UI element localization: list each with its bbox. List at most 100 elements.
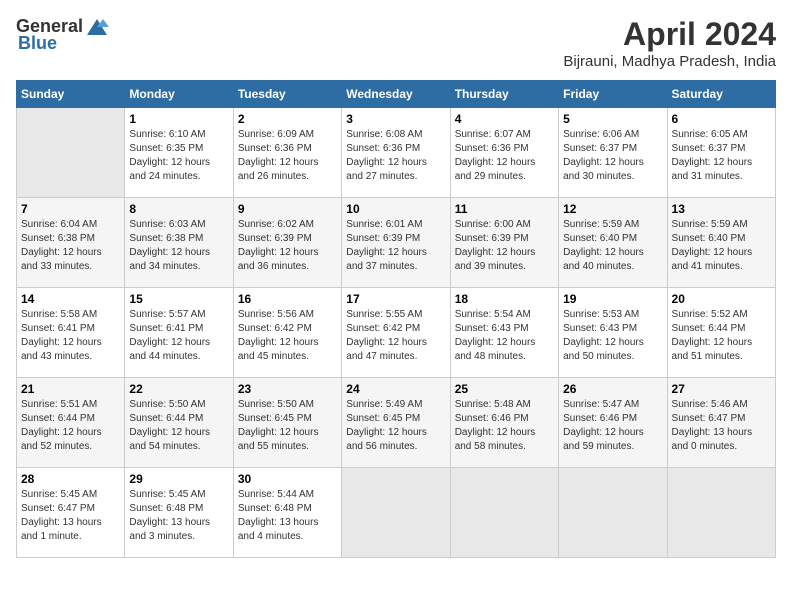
- month-title: April 2024: [563, 16, 776, 53]
- day-info: Sunrise: 5:55 AM Sunset: 6:42 PM Dayligh…: [346, 308, 445, 364]
- day-number: 23: [238, 382, 337, 396]
- day-number: 10: [346, 202, 445, 216]
- calendar-cell: 23Sunrise: 5:50 AM Sunset: 6:45 PM Dayli…: [233, 378, 341, 468]
- day-number: 14: [21, 292, 120, 306]
- day-info: Sunrise: 6:04 AM Sunset: 6:38 PM Dayligh…: [21, 218, 120, 274]
- day-number: 9: [238, 202, 337, 216]
- day-number: 30: [238, 472, 337, 486]
- day-of-week-header: Wednesday: [342, 81, 450, 108]
- day-info: Sunrise: 5:45 AM Sunset: 6:47 PM Dayligh…: [21, 488, 120, 544]
- day-number: 16: [238, 292, 337, 306]
- day-number: 26: [563, 382, 662, 396]
- day-number: 4: [455, 112, 554, 126]
- calendar-cell: 11 Sunrise: 6:00 AM Sunset: 6:39 PM Dayli…: [450, 198, 558, 288]
- calendar-cell: 3 Sunrise: 6:08 AM Sunset: 6:36 PM Daylig…: [342, 108, 450, 198]
- day-number: 15: [129, 292, 228, 306]
- day-number: 20: [672, 292, 771, 306]
- day-number: 19: [563, 292, 662, 306]
- title-area: April 2024 Bijrauni, Madhya Pradesh, Ind…: [563, 16, 776, 70]
- day-number: 25: [455, 382, 554, 396]
- calendar-cell: [342, 468, 450, 558]
- calendar-body: 1Sunrise: 6:10 AM Sunset: 6:35 PM Daylig…: [17, 108, 776, 558]
- calendar-cell: 16 Sunrise: 5:56 AM Sunset: 6:42 PM Dayli…: [233, 288, 341, 378]
- calendar-cell: 20 Sunrise: 5:52 AM Sunset: 6:44 PM Dayli…: [667, 288, 775, 378]
- day-info: Sunrise: 6:07 AM Sunset: 6:36 PM Dayligh…: [455, 128, 554, 184]
- day-number: 8: [129, 202, 228, 216]
- calendar-cell: 12 Sunrise: 5:59 AM Sunset: 6:40 PM Dayli…: [559, 198, 667, 288]
- day-info: Sunrise: 6:09 AM Sunset: 6:36 PM Dayligh…: [238, 128, 337, 184]
- day-info: Sunrise: 5:49 AM Sunset: 6:45 PM Dayligh…: [346, 398, 445, 454]
- day-of-week-header: Thursday: [450, 81, 558, 108]
- day-number: 29: [129, 472, 228, 486]
- day-info: Sunrise: 5:59 AM Sunset: 6:40 PM Dayligh…: [563, 218, 662, 274]
- day-number: 3: [346, 112, 445, 126]
- logo-icon: [85, 17, 109, 37]
- day-number: 17: [346, 292, 445, 306]
- day-number: 24: [346, 382, 445, 396]
- day-of-week-header: Monday: [125, 81, 233, 108]
- day-number: 13: [672, 202, 771, 216]
- day-info: Sunrise: 5:46 AM Sunset: 6:47 PM Dayligh…: [672, 398, 771, 454]
- day-number: 12: [563, 202, 662, 216]
- calendar-cell: [17, 108, 125, 198]
- day-info: Sunrise: 5:52 AM Sunset: 6:44 PM Dayligh…: [672, 308, 771, 364]
- day-of-week-header: Tuesday: [233, 81, 341, 108]
- day-info: Sunrise: 6:00 AM Sunset: 6:39 PM Dayligh…: [455, 218, 554, 274]
- calendar-cell: 10 Sunrise: 6:01 AM Sunset: 6:39 PM Dayli…: [342, 198, 450, 288]
- day-info: Sunrise: 6:01 AM Sunset: 6:39 PM Dayligh…: [346, 218, 445, 274]
- calendar-cell: 22 Sunrise: 5:50 AM Sunset: 6:44 PM Dayli…: [125, 378, 233, 468]
- day-info: Sunrise: 5:54 AM Sunset: 6:43 PM Dayligh…: [455, 308, 554, 364]
- calendar-cell: 29 Sunrise: 5:45 AM Sunset: 6:48 PM Dayli…: [125, 468, 233, 558]
- calendar-cell: [450, 468, 558, 558]
- calendar-cell: 19 Sunrise: 5:53 AM Sunset: 6:43 PM Dayli…: [559, 288, 667, 378]
- calendar-cell: 18 Sunrise: 5:54 AM Sunset: 6:43 PM Dayli…: [450, 288, 558, 378]
- day-number: 28: [21, 472, 120, 486]
- calendar-cell: 14 Sunrise: 5:58 AM Sunset: 6:41 PM Dayli…: [17, 288, 125, 378]
- calendar-cell: 13 Sunrise: 5:59 AM Sunset: 6:40 PM Dayli…: [667, 198, 775, 288]
- calendar-cell: [559, 468, 667, 558]
- day-number: 22: [129, 382, 228, 396]
- calendar-cell: 9 Sunrise: 6:02 AM Sunset: 6:39 PM Daylig…: [233, 198, 341, 288]
- calendar-cell: 7 Sunrise: 6:04 AM Sunset: 6:38 PM Daylig…: [17, 198, 125, 288]
- calendar-cell: 24 Sunrise: 5:49 AM Sunset: 6:45 PM Dayli…: [342, 378, 450, 468]
- day-number: 5: [563, 112, 662, 126]
- day-number: 11: [455, 202, 554, 216]
- day-number: 7: [21, 202, 120, 216]
- location-title: Bijrauni, Madhya Pradesh, India: [563, 53, 776, 70]
- day-number: 18: [455, 292, 554, 306]
- day-info: Sunrise: 5:50 AM Sunset: 6:44 PM Dayligh…: [129, 398, 228, 454]
- day-info: Sunrise: 6:10 AM Sunset: 6:35 PM Dayligh…: [129, 128, 228, 184]
- day-info: Sunrise: 6:05 AM Sunset: 6:37 PM Dayligh…: [672, 128, 771, 184]
- day-info: Sunrise: 5:48 AM Sunset: 6:46 PM Dayligh…: [455, 398, 554, 454]
- calendar-week-row: 14 Sunrise: 5:58 AM Sunset: 6:41 PM Dayli…: [17, 288, 776, 378]
- day-info: Sunrise: 6:02 AM Sunset: 6:39 PM Dayligh…: [238, 218, 337, 274]
- calendar-cell: 21Sunrise: 5:51 AM Sunset: 6:44 PM Dayli…: [17, 378, 125, 468]
- day-number: 2: [238, 112, 337, 126]
- calendar-cell: 27Sunrise: 5:46 AM Sunset: 6:47 PM Dayli…: [667, 378, 775, 468]
- calendar-week-row: 21Sunrise: 5:51 AM Sunset: 6:44 PM Dayli…: [17, 378, 776, 468]
- calendar-cell: 17 Sunrise: 5:55 AM Sunset: 6:42 PM Dayli…: [342, 288, 450, 378]
- day-info: Sunrise: 6:06 AM Sunset: 6:37 PM Dayligh…: [563, 128, 662, 184]
- day-of-week-header: Sunday: [17, 81, 125, 108]
- day-info: Sunrise: 6:03 AM Sunset: 6:38 PM Dayligh…: [129, 218, 228, 274]
- calendar-header: SundayMondayTuesdayWednesdayThursdayFrid…: [17, 81, 776, 108]
- logo-text-blue: Blue: [18, 33, 57, 54]
- day-info: Sunrise: 5:45 AM Sunset: 6:48 PM Dayligh…: [129, 488, 228, 544]
- day-info: Sunrise: 5:44 AM Sunset: 6:48 PM Dayligh…: [238, 488, 337, 544]
- day-info: Sunrise: 5:58 AM Sunset: 6:41 PM Dayligh…: [21, 308, 120, 364]
- day-info: Sunrise: 5:51 AM Sunset: 6:44 PM Dayligh…: [21, 398, 120, 454]
- calendar-cell: 2 Sunrise: 6:09 AM Sunset: 6:36 PM Daylig…: [233, 108, 341, 198]
- calendar-week-row: 7 Sunrise: 6:04 AM Sunset: 6:38 PM Daylig…: [17, 198, 776, 288]
- day-info: Sunrise: 5:53 AM Sunset: 6:43 PM Dayligh…: [563, 308, 662, 364]
- day-info: Sunrise: 5:59 AM Sunset: 6:40 PM Dayligh…: [672, 218, 771, 274]
- calendar-week-row: 28 Sunrise: 5:45 AM Sunset: 6:47 PM Dayli…: [17, 468, 776, 558]
- day-info: Sunrise: 6:08 AM Sunset: 6:36 PM Dayligh…: [346, 128, 445, 184]
- calendar-cell: 28 Sunrise: 5:45 AM Sunset: 6:47 PM Dayli…: [17, 468, 125, 558]
- page-header: General Blue April 2024 Bijrauni, Madhya…: [16, 16, 776, 70]
- day-info: Sunrise: 5:57 AM Sunset: 6:41 PM Dayligh…: [129, 308, 228, 364]
- day-info: Sunrise: 5:56 AM Sunset: 6:42 PM Dayligh…: [238, 308, 337, 364]
- calendar-cell: 26Sunrise: 5:47 AM Sunset: 6:46 PM Dayli…: [559, 378, 667, 468]
- logo: General Blue: [16, 16, 109, 54]
- calendar-cell: 25 Sunrise: 5:48 AM Sunset: 6:46 PM Dayli…: [450, 378, 558, 468]
- calendar-cell: 4 Sunrise: 6:07 AM Sunset: 6:36 PM Daylig…: [450, 108, 558, 198]
